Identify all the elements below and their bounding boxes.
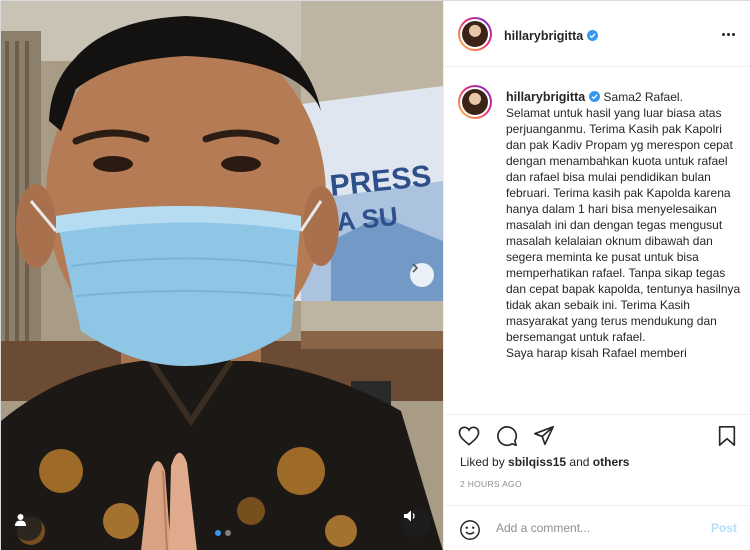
post-details-panel: hillarybrigitta hillarybrigitta Sama2 Ra… <box>443 1 750 550</box>
person-icon <box>15 514 26 526</box>
emoji-icon <box>460 520 480 540</box>
caption-text: Sama2 Rafael. Selamat untuk hasil yang l… <box>506 90 741 360</box>
more-options-icon <box>721 32 725 36</box>
post-header: hillarybrigitta <box>444 1 750 67</box>
verified-badge-icon <box>587 30 599 41</box>
more-options-button[interactable] <box>718 25 738 43</box>
likes-connector: and <box>569 455 590 469</box>
comment-input[interactable] <box>496 521 696 535</box>
post-caption: hillarybrigitta Sama2 Rafael. Selamat un… <box>506 89 742 361</box>
chevron-right-icon <box>412 263 419 273</box>
post-timestamp[interactable]: 2 HOURS AGO <box>460 479 522 489</box>
carousel-dot-active <box>215 530 221 536</box>
comment-button[interactable] <box>494 423 520 449</box>
likes-summary: Liked by sbilqiss15 and others <box>460 455 629 469</box>
author-username[interactable]: hillarybrigitta <box>504 29 583 43</box>
author-avatar[interactable] <box>458 17 492 51</box>
post-comment-button[interactable]: Post <box>711 521 737 535</box>
comments-section[interactable]: hillarybrigitta Sama2 Rafael. Selamat un… <box>444 68 750 413</box>
caption-username[interactable]: hillarybrigitta <box>506 90 585 104</box>
emoji-button[interactable] <box>457 517 483 543</box>
save-button[interactable] <box>714 423 740 449</box>
tagged-users-button[interactable] <box>14 513 42 541</box>
likes-others-link[interactable]: others <box>593 455 630 469</box>
like-button[interactable] <box>456 423 482 449</box>
share-button[interactable] <box>531 423 557 449</box>
post-photo: PRESS DA SU <box>1 1 443 550</box>
share-icon <box>534 426 554 446</box>
caption-author-avatar[interactable] <box>458 85 492 119</box>
author-name-row: hillarybrigitta <box>504 27 599 45</box>
liker-username[interactable]: sbilqiss15 <box>508 455 566 469</box>
add-comment-bar: Post <box>444 505 750 550</box>
likes-prefix: Liked by <box>460 455 505 469</box>
next-slide-button[interactable] <box>410 263 434 287</box>
speaker-icon <box>404 510 415 522</box>
carousel-dot <box>225 530 231 536</box>
verified-badge-icon <box>589 91 601 102</box>
heart-icon <box>458 426 480 446</box>
bookmark-icon <box>718 426 736 446</box>
mute-toggle-button[interactable] <box>403 509 431 537</box>
post-media[interactable]: PRESS DA SU <box>1 1 443 550</box>
instagram-post-window: PRESS DA SU hillarybrigitta hillarybrigi… <box>0 0 750 550</box>
carousel-indicator <box>215 530 231 536</box>
comment-icon <box>497 426 518 447</box>
post-actions-section: Liked by sbilqiss15 and others 2 HOURS A… <box>444 414 750 550</box>
